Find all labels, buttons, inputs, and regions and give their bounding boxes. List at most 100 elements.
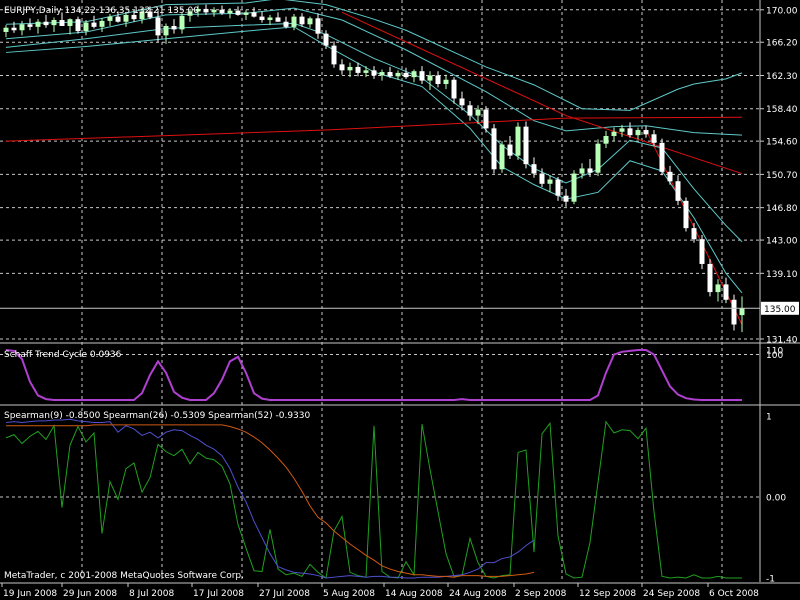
candle-body: [115, 16, 121, 22]
candle-body: [323, 33, 329, 46]
candle-body: [467, 105, 473, 116]
copyright-label: MetaTrader, c 2001-2008 MetaQuotes Softw…: [4, 571, 244, 581]
candle-body: [379, 72, 385, 76]
candle-body: [459, 98, 465, 106]
candle-body: [683, 200, 689, 229]
candle-body: [75, 19, 81, 32]
candle-body: [315, 18, 321, 34]
candle-body: [411, 71, 417, 78]
candle-body: [691, 228, 697, 240]
candle-body: [515, 126, 521, 156]
candle[interactable]: [683, 197, 689, 232]
candle-body: [707, 263, 713, 293]
candle-body: [451, 79, 457, 99]
candle-body: [363, 70, 369, 73]
candle-body: [435, 75, 441, 84]
stc-axis: 110100: [766, 347, 783, 362]
candle-body: [259, 16, 265, 21]
candle-body: [627, 128, 633, 136]
candle-body: [27, 24, 33, 27]
candle-body: [219, 9, 225, 14]
date-tick-label: 5 Aug 2008: [323, 589, 375, 599]
candle-body: [203, 8, 209, 13]
candle[interactable]: [515, 122, 521, 160]
candle-body: [83, 22, 89, 32]
candle-body: [91, 22, 97, 27]
price-tick-label: 150.70: [766, 171, 798, 181]
candle[interactable]: [499, 141, 505, 173]
candle[interactable]: [571, 170, 577, 205]
candle[interactable]: [523, 121, 529, 169]
candle-body: [251, 12, 257, 17]
spearman-tick-label: 0.00: [766, 494, 786, 504]
candle-body: [395, 72, 401, 77]
spearman-label: Spearman(9) -0.8500 Spearman(26) -0.5309…: [4, 411, 311, 421]
date-tick-label: 24 Aug 2008: [449, 589, 507, 599]
candle-body: [307, 18, 313, 25]
candle-body: [659, 142, 665, 172]
symbol-info-label: EURJPY,Daily 134.22 136.35 132.21 135.00: [4, 6, 199, 16]
date-tick-label: 2 Sep 2008: [515, 589, 567, 599]
price-tick-label: 154.60: [766, 138, 798, 148]
candle-body: [387, 72, 393, 77]
metatrader-chart[interactable]: EURJPY,Daily 134.22 136.35 132.21 135.00…: [0, 0, 800, 600]
candle-body: [547, 179, 553, 184]
candle-body: [299, 16, 305, 25]
candle-body: [651, 134, 657, 143]
candle[interactable]: [491, 124, 497, 174]
candle-body: [643, 130, 649, 135]
candle-body: [667, 171, 673, 182]
candle-body: [675, 181, 681, 201]
candle-body: [59, 20, 65, 26]
price-tick-label: 131.40: [766, 336, 798, 346]
candle-body: [347, 66, 353, 71]
candle[interactable]: [699, 234, 705, 270]
candle-body: [739, 308, 745, 316]
date-tick-label: 29 Jun 2008: [63, 589, 117, 599]
candle-body: [603, 136, 609, 144]
chart-background: [0, 0, 800, 600]
candle-body: [243, 12, 249, 15]
candle[interactable]: [595, 139, 601, 177]
candle-body: [579, 168, 585, 174]
candle-body: [163, 25, 169, 36]
price-tick-label: 158.40: [766, 105, 798, 115]
candle[interactable]: [707, 258, 713, 297]
candle-body: [339, 64, 345, 71]
candle-body: [619, 128, 625, 132]
candle-body: [475, 109, 481, 116]
candle-body: [107, 16, 113, 21]
candle-body: [355, 66, 361, 73]
candle-body: [99, 20, 105, 27]
candle-body: [211, 9, 217, 13]
stc-tick-label: 100: [766, 351, 783, 361]
price-tick-label: 166.20: [766, 39, 798, 49]
candle-body: [171, 25, 177, 30]
candle-body: [595, 143, 601, 173]
candle-body: [403, 72, 409, 78]
candle-body: [699, 239, 705, 264]
candle-body: [3, 27, 9, 32]
date-tick-label: 19 Jun 2008: [3, 589, 57, 599]
candle-body: [35, 21, 41, 27]
candle-body: [235, 10, 241, 15]
candle[interactable]: [659, 138, 665, 176]
date-tick-label: 6 Oct 2008: [709, 589, 759, 599]
candle-body: [11, 27, 17, 31]
date-tick-label: 8 Jul 2008: [129, 589, 174, 599]
candle-body: [491, 128, 497, 170]
candle-body: [275, 17, 281, 22]
candle-body: [539, 173, 545, 184]
candle-body: [563, 195, 569, 202]
candle-body: [291, 16, 297, 27]
candle-body: [283, 21, 289, 27]
spearman-tick-label: 1: [766, 413, 772, 423]
price-tick-label: 146.80: [766, 204, 798, 214]
candle-body: [43, 21, 49, 26]
candle-body: [155, 17, 161, 36]
candle-body: [587, 168, 593, 173]
candle-body: [723, 284, 729, 300]
date-tick-label: 12 Sep 2008: [579, 589, 636, 599]
candle-body: [611, 131, 617, 137]
candle-body: [427, 75, 433, 81]
